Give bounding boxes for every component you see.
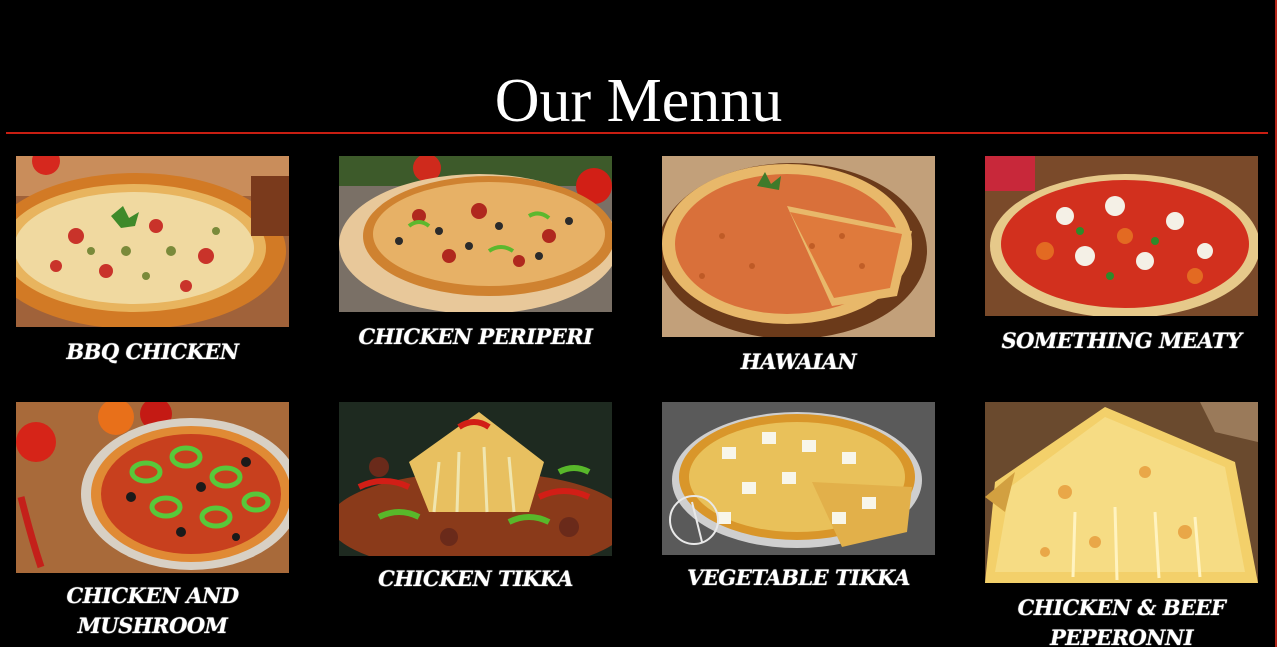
menu-item-hawaiian[interactable]: HAWAIAN bbox=[662, 156, 935, 377]
menu-item-label: BBQ CHICKEN bbox=[66, 339, 239, 364]
chicken-mushroom-pizza-photo[interactable] bbox=[16, 402, 289, 573]
something-meaty-pizza-photo[interactable] bbox=[985, 156, 1258, 316]
menu-item-chicken-beef-pepperoni[interactable]: CHICKEN & BEEF PEPERONNI bbox=[985, 402, 1258, 647]
chicken-tikka-pizza-photo[interactable] bbox=[339, 402, 612, 556]
menu-item-chicken-periperi[interactable]: CHICKEN PERIPERI bbox=[339, 156, 612, 352]
title-divider bbox=[6, 132, 1268, 134]
vegetable-tikka-pizza-photo[interactable] bbox=[662, 402, 935, 555]
chicken-periperi-pizza-photo[interactable] bbox=[339, 156, 612, 312]
menu-item-label: HAWAIAN bbox=[740, 349, 857, 374]
menu-item-label: CHICKEN & BEEF PEPERONNI bbox=[1017, 595, 1226, 647]
menu-item-label: CHICKEN TIKKA bbox=[378, 566, 573, 591]
menu-item-label: CHICKEN AND MUSHROOM bbox=[66, 583, 239, 638]
menu-item-label: CHICKEN PERIPERI bbox=[358, 324, 593, 349]
hawaiian-pizza-photo[interactable] bbox=[662, 156, 935, 337]
menu-item-label: SOMETHING MEATY bbox=[1001, 328, 1242, 353]
bbq-chicken-pizza-photo[interactable] bbox=[16, 156, 289, 327]
menu-item-vegetable-tikka[interactable]: VEGETABLE TIKKA bbox=[662, 402, 935, 593]
menu-item-label: VEGETABLE TIKKA bbox=[687, 565, 910, 590]
page-title: Our Mennu bbox=[494, 67, 783, 135]
menu-item-something-meaty[interactable]: SOMETHING MEATY bbox=[985, 156, 1258, 356]
menu-item-chicken-tikka[interactable]: CHICKEN TIKKA bbox=[339, 402, 612, 594]
menu-item-bbq-chicken[interactable]: BBQ CHICKEN bbox=[16, 156, 289, 367]
menu-page: Our Mennu BBQ CHICKEN CHICKEN PERIPERI H… bbox=[0, 0, 1277, 647]
menu-item-chicken-mushroom[interactable]: CHICKEN AND MUSHROOM bbox=[16, 402, 289, 641]
chicken-beef-pepperoni-pizza-photo[interactable] bbox=[985, 402, 1258, 583]
